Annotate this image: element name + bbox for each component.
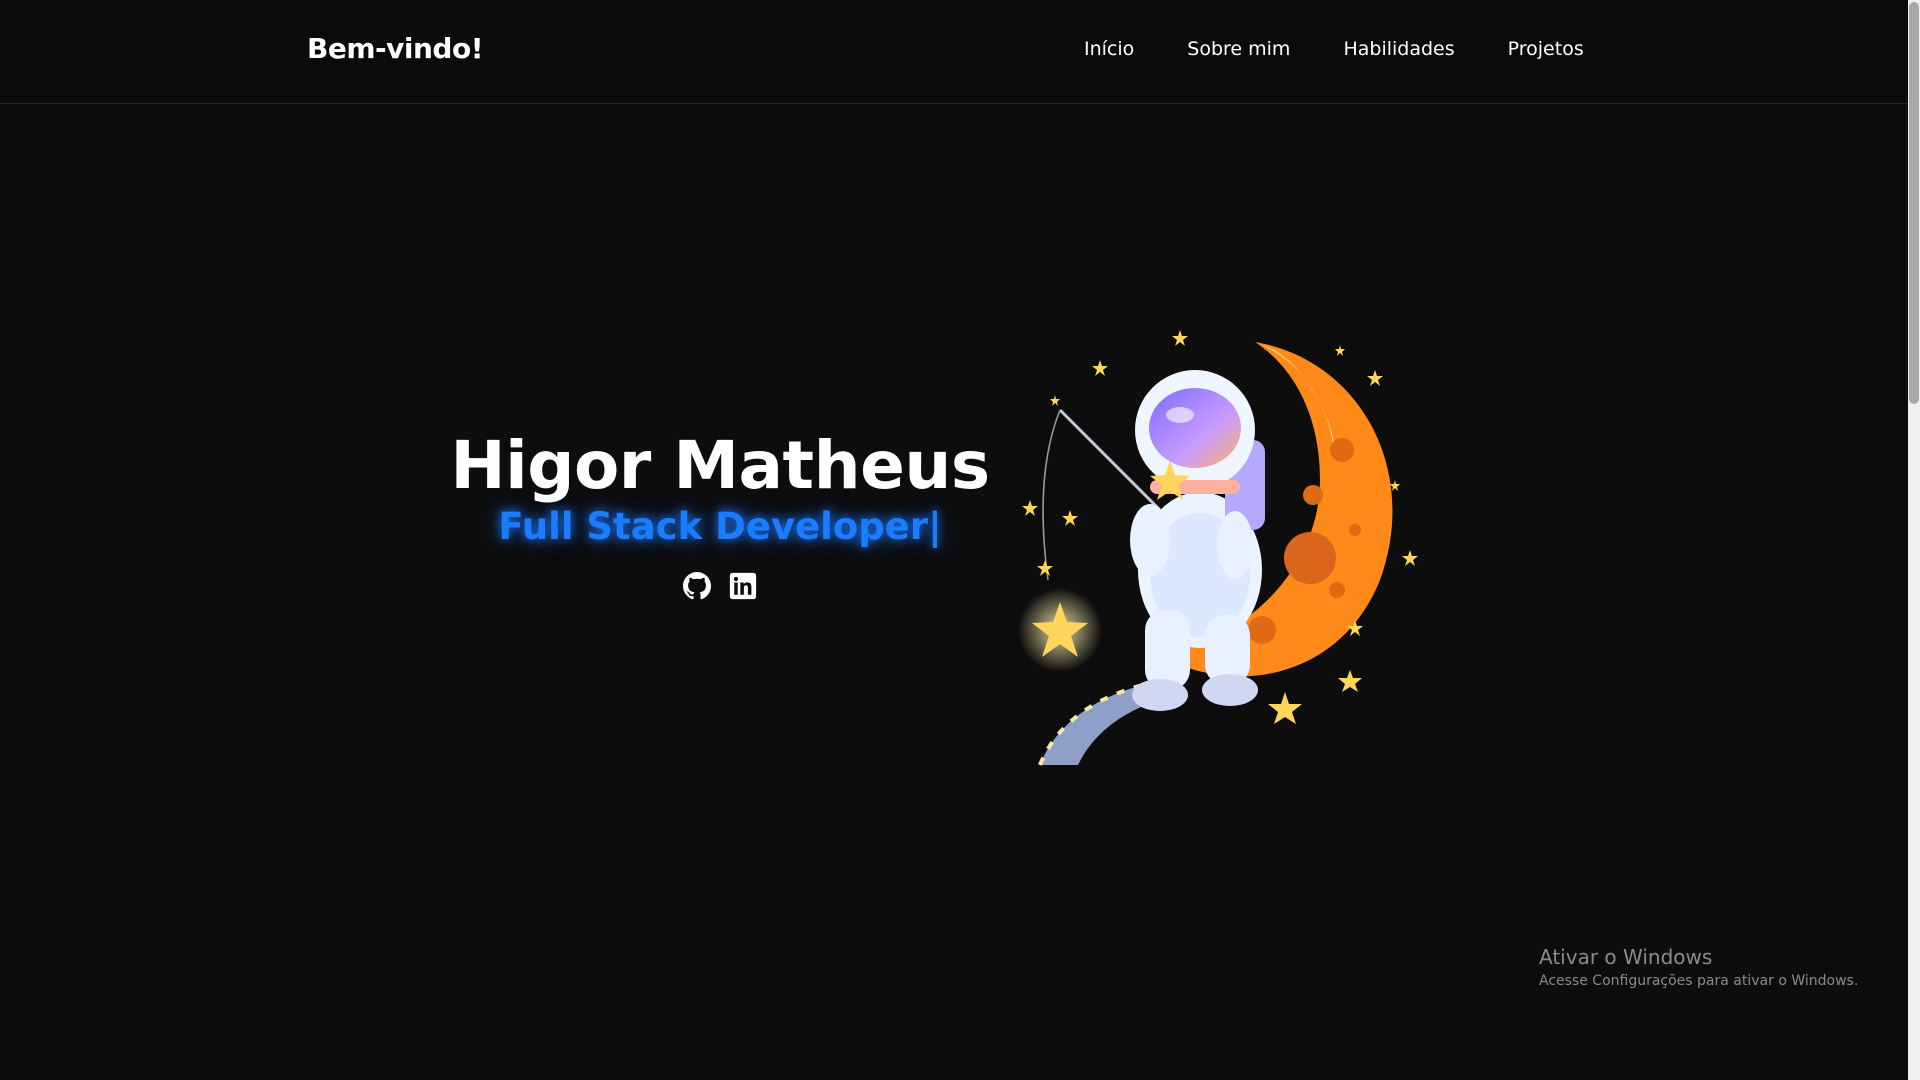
nav-item-projetos[interactable]: Projetos xyxy=(1508,38,1584,60)
nav-item-inicio[interactable]: Início xyxy=(1084,38,1134,60)
github-icon[interactable] xyxy=(683,571,711,600)
astronaut-illustration xyxy=(1000,320,1430,770)
hero-role: Full Stack Developer| xyxy=(498,504,942,548)
windows-activation-watermark: Ativar o Windows Acesse Configurações pa… xyxy=(1539,945,1858,989)
watermark-title: Ativar o Windows xyxy=(1539,945,1713,969)
brand-logo[interactable]: Bem-vindo! xyxy=(307,32,483,65)
nav-item-sobre-mim[interactable]: Sobre mim xyxy=(1187,38,1290,60)
hero-section: Higor Matheus Full Stack Developer| xyxy=(440,427,1000,600)
nav-item-habilidades[interactable]: Habilidades xyxy=(1343,38,1454,60)
page: Bem-vindo! Início Sobre mim Habilidades … xyxy=(0,0,1920,1080)
top-header: Bem-vindo! Início Sobre mim Habilidades … xyxy=(0,0,1908,104)
social-links xyxy=(440,571,1000,600)
linkedin-icon[interactable] xyxy=(729,572,757,600)
page-scrollbar[interactable] xyxy=(1908,0,1920,1080)
hero-name: Higor Matheus xyxy=(450,427,990,504)
main-nav: Início Sobre mim Habilidades Projetos xyxy=(1084,38,1584,60)
watermark-subtitle: Acesse Configurações para ativar o Windo… xyxy=(1539,973,1859,989)
scrollbar-thumb[interactable] xyxy=(1909,2,1919,404)
